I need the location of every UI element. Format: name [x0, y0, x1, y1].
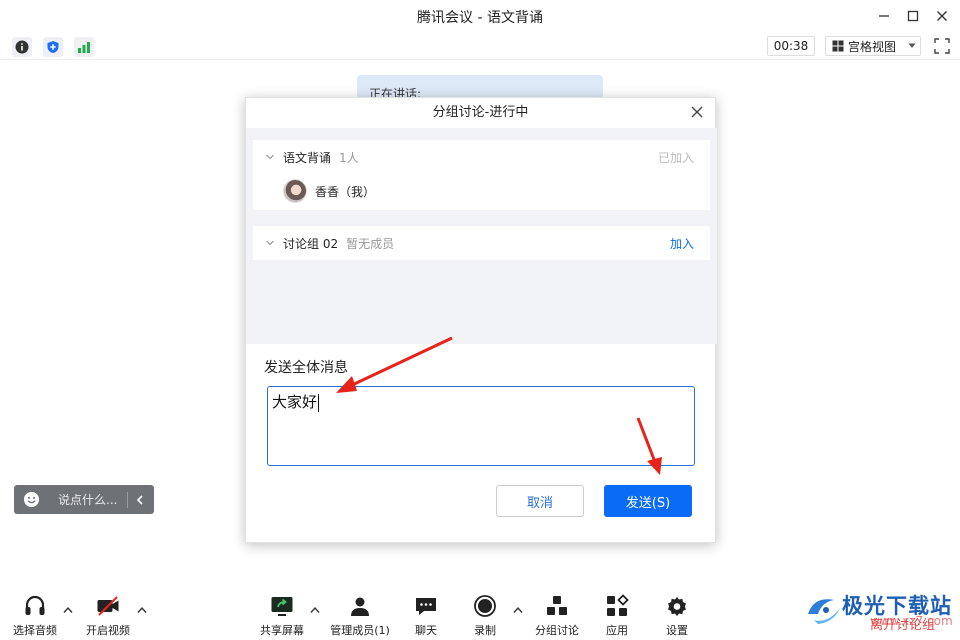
fullscreen-icon[interactable]: [934, 38, 950, 54]
chat-icon: [416, 598, 436, 615]
avatar: [283, 179, 307, 203]
view-label: 宫格视图: [848, 39, 897, 54]
group-name: 语文背诵: [283, 150, 332, 165]
chevron-up-icon[interactable]: [513, 606, 523, 614]
cancel-button[interactable]: 取消: [496, 485, 584, 517]
signal-icon[interactable]: [74, 37, 94, 57]
chevron-up-icon[interactable]: [137, 606, 147, 614]
maximize-icon[interactable]: [902, 6, 924, 26]
record-button[interactable]: 录制: [455, 594, 515, 638]
apps-icon: [607, 594, 629, 616]
member-item: 香香（我）: [283, 179, 375, 203]
close-icon[interactable]: [931, 6, 953, 26]
divider: [127, 491, 129, 508]
title-bar: 腾讯会议 - 语文背诵: [0, 0, 960, 32]
group-name: 讨论组 02: [283, 236, 339, 251]
dialog-close-icon[interactable]: [689, 104, 705, 120]
chevron-up-icon[interactable]: [63, 606, 73, 614]
breakout-dialog: 分组讨论-进行中 语文背诵 1人 已加入 香香（我） 讨论组 02 暂无成员 加…: [245, 97, 717, 543]
chat-label: 聊天: [415, 624, 437, 637]
members-button[interactable]: 管理成员(1): [330, 594, 390, 638]
watermark: 极光下载站 离开讨论组 www.xz7.com: [800, 588, 956, 636]
group-count: 暂无成员: [346, 236, 395, 251]
members-icon: [351, 597, 369, 616]
info-icon[interactable]: [12, 37, 32, 57]
settings-button[interactable]: 设置: [647, 594, 707, 638]
record-icon: [474, 595, 496, 617]
send-button[interactable]: 发送(S): [604, 485, 692, 517]
group-item[interactable]: 讨论组 02 暂无成员 加入: [253, 226, 710, 260]
chevron-down-icon: [266, 154, 274, 160]
members-label: 管理成员(1): [330, 624, 390, 637]
headset-icon: [25, 595, 45, 615]
breakout-label: 分组讨论: [535, 624, 579, 637]
breakout-icon: [547, 596, 567, 615]
share-screen-button[interactable]: 共享屏幕: [252, 594, 312, 638]
group-status: 已加入: [657, 150, 694, 165]
meeting-timer: 00:38: [767, 36, 815, 56]
chat-input-pill[interactable]: 说点什么...: [14, 485, 154, 514]
group-item[interactable]: 语文背诵 1人 已加入 香香（我）: [253, 140, 710, 210]
group-list: 语文背诵 1人 已加入 香香（我） 讨论组 02 暂无成员 加入: [246, 128, 717, 344]
record-label: 录制: [474, 624, 496, 637]
shield-icon[interactable]: [43, 37, 63, 57]
breakout-button[interactable]: 分组讨论: [527, 594, 587, 638]
camera-off-icon: [97, 596, 119, 616]
group-count: 1人: [339, 150, 359, 165]
group-header[interactable]: 讨论组 02 暂无成员 加入: [253, 226, 710, 260]
apps-button[interactable]: 应用: [587, 594, 647, 638]
share-screen-label: 共享屏幕: [260, 624, 304, 637]
message-value: 大家好: [272, 393, 318, 411]
join-group-button[interactable]: 加入: [670, 235, 694, 252]
share-screen-icon: [271, 597, 293, 616]
text-caret: [318, 393, 320, 412]
meeting-toolbar: 00:38 宫格视图: [0, 32, 960, 60]
video-button[interactable]: 开启视频: [78, 594, 138, 638]
window-title: 腾讯会议 - 语文背诵: [417, 10, 543, 26]
brand-logo-icon: [808, 599, 840, 624]
dropdown-icon: [908, 43, 916, 48]
member-name: 香香（我）: [315, 184, 376, 199]
chevron-up-icon[interactable]: [310, 606, 320, 614]
chevron-left-icon[interactable]: [136, 494, 144, 505]
dialog-title: 分组讨论-进行中: [432, 105, 529, 120]
message-input[interactable]: 大家好: [267, 386, 695, 466]
message-label: 发送全体消息: [264, 360, 348, 376]
minimize-icon[interactable]: [873, 6, 895, 26]
video-label: 开启视频: [86, 624, 130, 637]
group-header[interactable]: 语文背诵 1人 已加入: [253, 140, 710, 174]
watermark-sub: 离开讨论组 www.xz7.com: [870, 614, 953, 633]
chat-placeholder: 说点什么...: [58, 493, 118, 507]
emoji-icon[interactable]: [23, 491, 40, 508]
audio-label: 选择音频: [13, 624, 57, 637]
settings-icon: [668, 597, 686, 616]
watermark-url: www.xz7.com: [870, 614, 953, 628]
settings-label: 设置: [666, 624, 688, 637]
view-selector[interactable]: 宫格视图: [825, 36, 921, 56]
grid-icon: [832, 40, 844, 52]
chevron-down-icon: [266, 240, 274, 246]
audio-button[interactable]: 选择音频: [5, 594, 65, 638]
apps-label: 应用: [606, 624, 628, 637]
chat-button[interactable]: 聊天: [396, 594, 456, 638]
